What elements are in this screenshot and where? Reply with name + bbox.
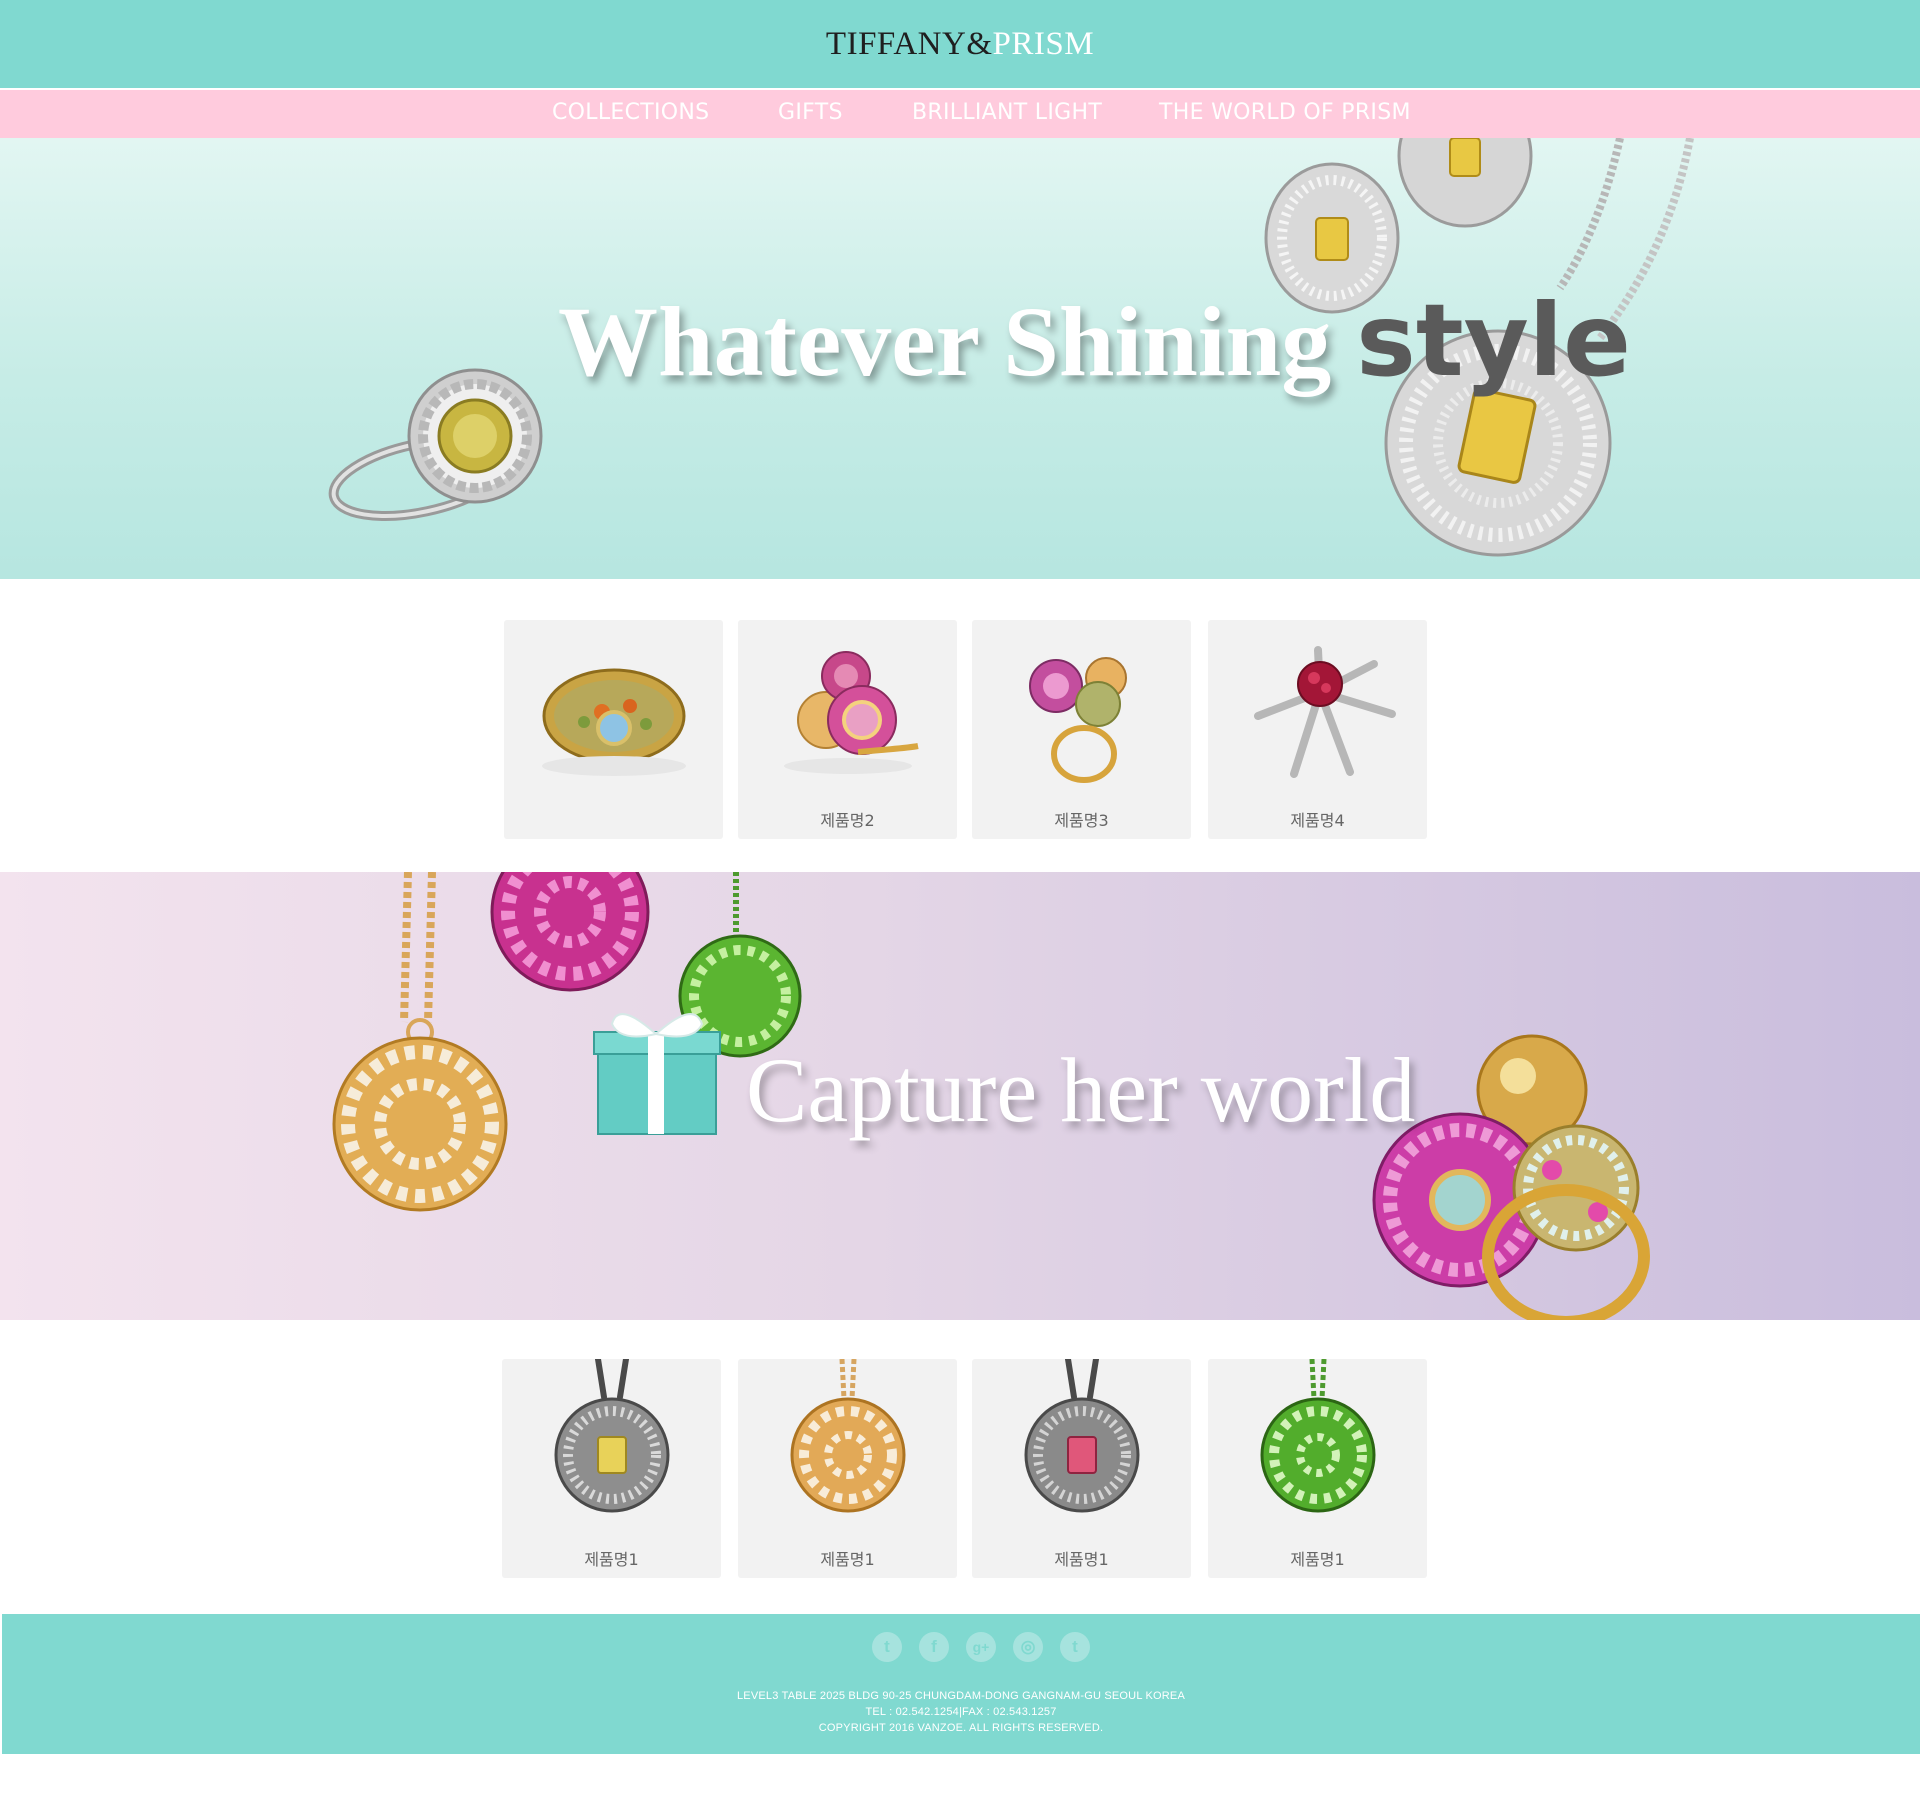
gold-ring-icon: [542, 668, 686, 776]
product-name: 제품명1: [1290, 1550, 1345, 1569]
blue-gift-box-image: [593, 1013, 721, 1135]
main-navigation: COLLECTIONS GIFTS BRILLIANT LIGHT THE WO…: [0, 90, 1920, 138]
product-name: 제품명1: [1054, 1550, 1109, 1569]
product-card[interactable]: 제품명1: [502, 1359, 721, 1578]
hero-title-main: Whatever Shining: [558, 286, 1357, 397]
nav-item-gifts[interactable]: GIFTS: [778, 100, 843, 125]
product-card[interactable]: 제품명1: [738, 1359, 957, 1578]
nav-item-brilliant-light[interactable]: BRILLIANT LIGHT: [912, 100, 1102, 125]
logo-text-tiffany: TIFFANY&: [825, 26, 993, 62]
footer-copyright: COPYRIGHT 2016 VANZOE. ALL RIGHTS RESERV…: [818, 1722, 1104, 1734]
hero-banner-capture: Capture her world: [0, 872, 1920, 1320]
product-name: 제품명3: [1054, 811, 1109, 830]
product-name: 제품명1: [584, 1550, 639, 1569]
product-card[interactable]: [504, 620, 723, 839]
site-footer: t f g+ ◎ t LEVEL3 TABLE 2025 BLDG 90-25 …: [2, 1614, 1920, 1754]
facebook-icon[interactable]: f: [919, 1632, 949, 1662]
product-card[interactable]: 제품명1: [1208, 1359, 1427, 1578]
product-name: 제품명2: [820, 811, 875, 830]
nav-item-collections[interactable]: COLLECTIONS: [552, 100, 709, 125]
google-plus-icon[interactable]: g+: [966, 1632, 996, 1662]
product-card[interactable]: 제품명1: [972, 1359, 1191, 1578]
footer-contact: TEL : 02.542.1254|FAX : 02.543.1257: [865, 1706, 1057, 1718]
tumblr-icon[interactable]: t: [1060, 1632, 1090, 1662]
logo-text-prism: PRISM: [992, 26, 1095, 62]
twitter-icon[interactable]: t: [872, 1632, 902, 1662]
product-card[interactable]: 제품명2: [738, 620, 957, 839]
product-card[interactable]: 제품명3: [972, 620, 1191, 839]
footer-address: LEVEL3 TABLE 2025 BLDG 90-25 CHUNGDAM-DO…: [736, 1690, 1186, 1702]
yellow-diamond-ring-image: [328, 368, 543, 521]
product-card[interactable]: 제품명4: [1208, 620, 1427, 839]
nav-item-world-of-prism[interactable]: THE WORLD OF PRISM: [1159, 100, 1411, 125]
product-name: 제품명4: [1290, 811, 1345, 830]
hero2-title: Capture her world: [746, 1039, 1416, 1141]
site-header: TIFFANY&PRISM: [0, 0, 1920, 88]
hero-title: Whatever Shining style: [558, 282, 1631, 399]
pink-sapphire-sphere-image: [490, 872, 650, 992]
instagram-icon[interactable]: ◎: [1013, 1632, 1043, 1662]
hero-banner-shining: Whatever Shining style: [0, 138, 1920, 579]
product-name: 제품명1: [820, 1550, 875, 1569]
site-logo[interactable]: TIFFANY&PRISM: [0, 26, 1920, 63]
hero-title-accent: style: [1356, 282, 1631, 399]
